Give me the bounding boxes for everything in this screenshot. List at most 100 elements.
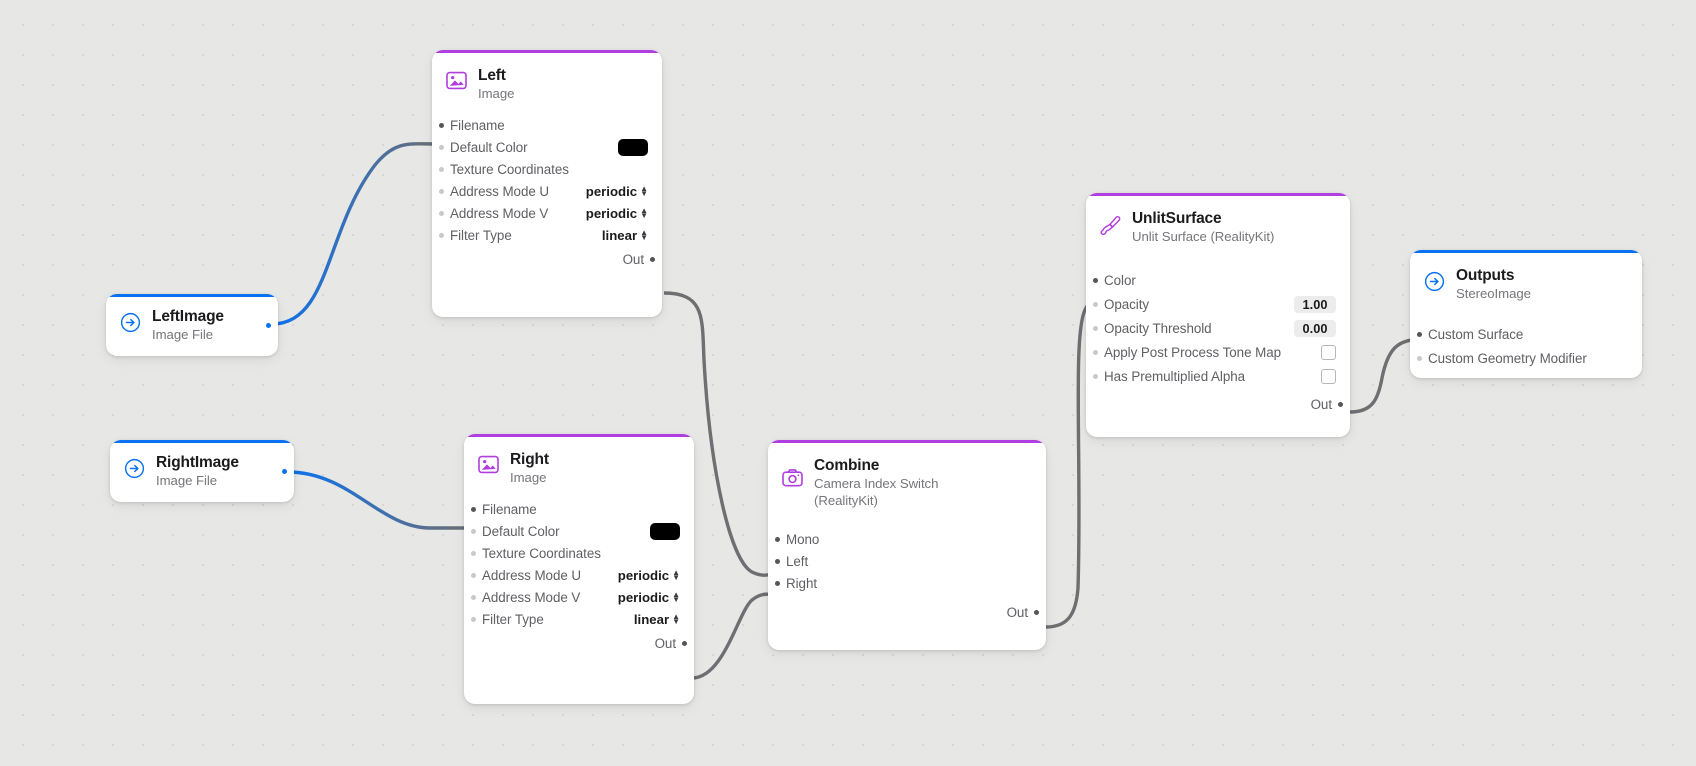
paintbrush-icon: [1100, 215, 1121, 241]
filter-type-stepper[interactable]: linear ▲ ▼: [602, 228, 648, 243]
node-outputs[interactable]: Outputs StereoImage Custom Surface Custo…: [1410, 250, 1642, 378]
node-subtitle: Camera Index Switch: [814, 476, 939, 491]
port-row[interactable]: Default Color: [464, 520, 694, 542]
port-dot[interactable]: [439, 122, 444, 128]
node-subtitle: StereoImage: [1456, 286, 1531, 301]
port-row[interactable]: Opacity Threshold 0.00: [1086, 316, 1350, 340]
output-row[interactable]: Out: [1086, 393, 1350, 415]
address-mode-v-stepper[interactable]: periodic ▲ ▼: [586, 206, 648, 221]
opacity-threshold-value-field[interactable]: 0.00: [1294, 319, 1336, 337]
output-label: Out: [654, 635, 676, 651]
output-port-unlit-surface[interactable]: [1338, 401, 1343, 407]
port-row[interactable]: Custom Surface: [1410, 322, 1642, 346]
port-label: Apply Post Process Tone Map: [1104, 344, 1282, 360]
port-dot[interactable]: [1093, 325, 1098, 331]
port-label: Default Color: [482, 523, 560, 539]
port-dot[interactable]: [1417, 331, 1422, 337]
node-right-image[interactable]: RightImage Image File: [110, 440, 294, 502]
port-dot[interactable]: [775, 580, 780, 586]
port-row[interactable]: Filename: [464, 498, 694, 520]
shader-graph-canvas[interactable]: LeftImage Image File RightImage Image Fi…: [0, 0, 1696, 766]
port-row[interactable]: Left: [768, 550, 1046, 572]
port-dot[interactable]: [439, 210, 444, 216]
chevron-updown-icon: ▲ ▼: [672, 590, 680, 604]
stepper-value: linear: [633, 611, 670, 627]
port-dot[interactable]: [1093, 277, 1098, 283]
output-row[interactable]: Out: [432, 248, 662, 270]
port-dot[interactable]: [471, 550, 476, 556]
color-swatch[interactable]: [618, 138, 648, 156]
port-dot[interactable]: [1093, 349, 1098, 355]
color-swatch[interactable]: [650, 522, 680, 540]
node-right[interactable]: Right Image Filename Default Color Textu…: [464, 434, 694, 704]
port-dot[interactable]: [471, 616, 476, 622]
port-dot[interactable]: [1417, 355, 1422, 361]
port-row[interactable]: Address Mode U periodic ▲ ▼: [432, 180, 662, 202]
port-row[interactable]: Custom Geometry Modifier: [1410, 346, 1642, 370]
address-mode-u-stepper[interactable]: periodic ▲ ▼: [586, 184, 648, 199]
port-row[interactable]: Mono: [768, 528, 1046, 550]
node-title: LeftImage: [152, 308, 224, 325]
port-dot[interactable]: [1093, 301, 1098, 307]
port-row[interactable]: Address Mode V periodic ▲ ▼: [432, 202, 662, 224]
port-row[interactable]: Color: [1086, 268, 1350, 292]
chevron-updown-icon: ▲ ▼: [640, 184, 648, 198]
port-dot[interactable]: [471, 572, 476, 578]
port-dot[interactable]: [1093, 373, 1098, 379]
node-accent-bar: [110, 440, 294, 443]
port-dot[interactable]: [471, 506, 476, 512]
port-dot[interactable]: [775, 558, 780, 564]
output-port-right[interactable]: [682, 640, 687, 646]
node-combine[interactable]: Combine Camera Index Switch (RealityKit)…: [768, 440, 1046, 650]
apply-post-process-tone-map-checkbox[interactable]: [1321, 344, 1336, 360]
port-dot[interactable]: [471, 594, 476, 600]
output-port-left[interactable]: [650, 256, 655, 262]
port-row[interactable]: Right: [768, 572, 1046, 594]
port-dot[interactable]: [439, 166, 444, 172]
port-label: Default Color: [450, 139, 528, 155]
node-left-image[interactable]: LeftImage Image File: [106, 294, 278, 356]
port-dot[interactable]: [775, 536, 780, 542]
output-row[interactable]: Out: [768, 601, 1046, 623]
port-label: Opacity: [1104, 296, 1150, 312]
port-dot[interactable]: [471, 528, 476, 534]
wire-rightimage-to-right: [287, 470, 468, 530]
port-row[interactable]: Filter Type linear ▲ ▼: [432, 224, 662, 246]
address-mode-u-stepper[interactable]: periodic ▲ ▼: [618, 568, 680, 583]
port-row[interactable]: Apply Post Process Tone Map: [1086, 340, 1350, 364]
node-left[interactable]: Left Image Filename Default Color Textur…: [432, 50, 662, 317]
port-row[interactable]: Opacity 1.00: [1086, 292, 1350, 316]
port-row[interactable]: Address Mode V periodic ▲ ▼: [464, 586, 694, 608]
opacity-value-field[interactable]: 1.00: [1294, 295, 1336, 313]
wire-leftimage-to-left: [271, 142, 438, 326]
chevron-updown-icon: ▲ ▼: [640, 206, 648, 220]
port-row[interactable]: Texture Coordinates: [432, 158, 662, 180]
port-dot[interactable]: [439, 188, 444, 194]
port-label: Filter Type: [450, 227, 512, 243]
node-title: Right: [510, 451, 549, 468]
port-row[interactable]: Address Mode U periodic ▲ ▼: [464, 564, 694, 586]
address-mode-v-stepper[interactable]: periodic ▲ ▼: [618, 590, 680, 605]
node-subtitle: Image File: [152, 327, 214, 342]
port-row[interactable]: Texture Coordinates: [464, 542, 694, 564]
node-accent-bar: [106, 294, 278, 297]
port-row[interactable]: Default Color: [432, 136, 662, 158]
port-label: Filename: [450, 117, 505, 133]
node-unlit-surface[interactable]: UnlitSurface Unlit Surface (RealityKit) …: [1086, 193, 1350, 437]
has-premultiplied-alpha-checkbox[interactable]: [1321, 368, 1336, 384]
output-port-left-image[interactable]: [266, 323, 271, 328]
node-subtitle: Image: [478, 86, 515, 101]
port-dot[interactable]: [439, 232, 444, 238]
port-row[interactable]: Filename: [432, 114, 662, 136]
port-row[interactable]: Has Premultiplied Alpha: [1086, 364, 1350, 388]
output-port-combine[interactable]: [1034, 609, 1039, 615]
node-title: Left: [478, 67, 506, 84]
port-label: Address Mode U: [450, 183, 550, 199]
port-row[interactable]: Filter Type linear ▲ ▼: [464, 608, 694, 630]
output-row[interactable]: Out: [464, 632, 694, 654]
port-label: Address Mode U: [482, 567, 582, 583]
port-dot[interactable]: [439, 144, 444, 150]
stepper-value: linear: [601, 227, 638, 243]
filter-type-stepper[interactable]: linear ▲ ▼: [634, 612, 680, 627]
output-port-right-image[interactable]: [282, 469, 287, 474]
